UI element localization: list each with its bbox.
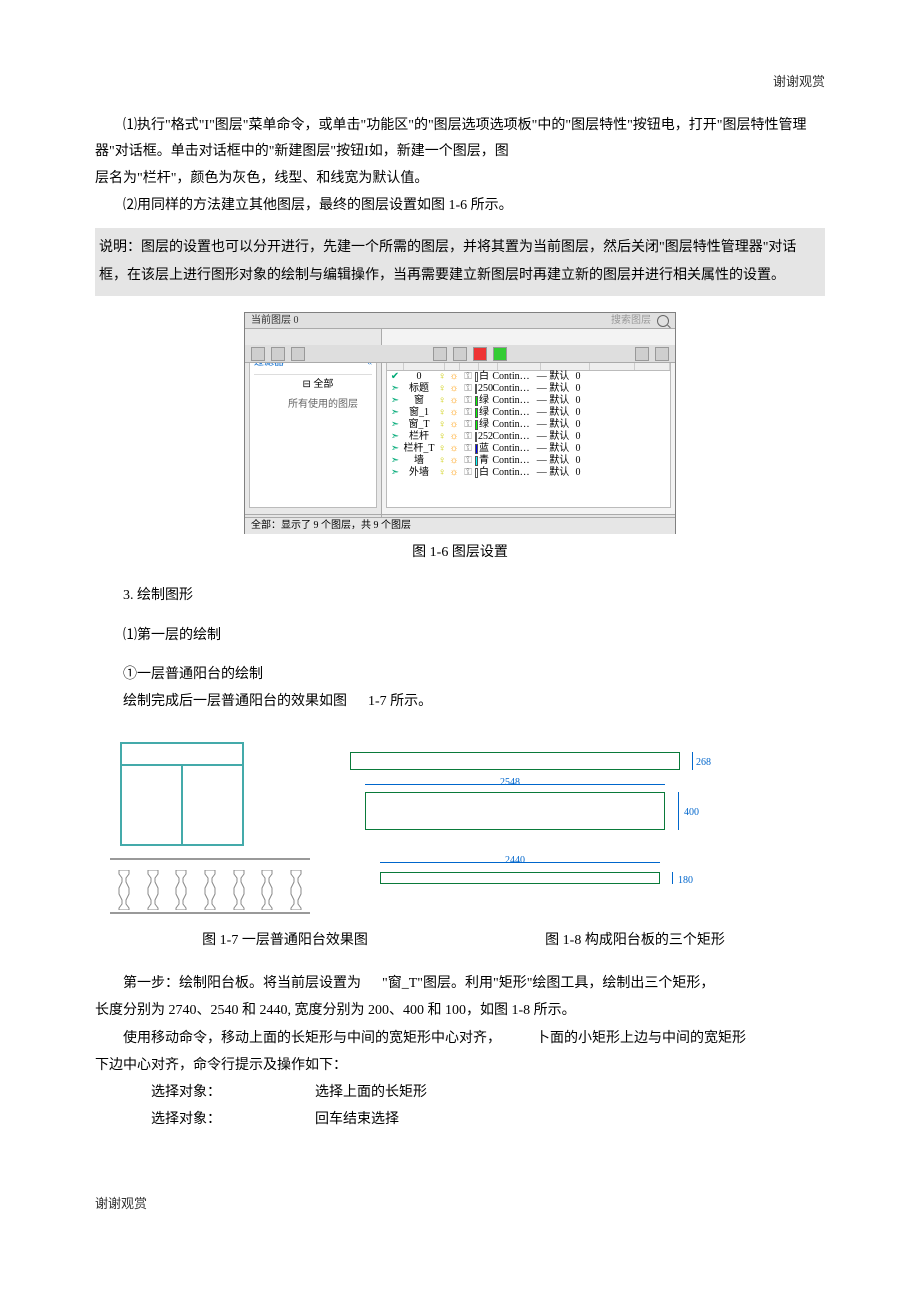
lm-toolbar <box>245 345 675 363</box>
paragraph-2: 层名为"栏杆"，颜色为灰色，线型、和线宽为默认值。 <box>95 166 825 191</box>
explanation-note: 说明：图层的设置也可以分开进行，先建一个所需的图层，并将其置为当前图层，然后关闭… <box>95 228 825 296</box>
heading-3: 3. 绘制图形 <box>95 583 825 608</box>
toggle-icon[interactable] <box>433 347 447 361</box>
figures-row: 268 2548 400 2440 180 <box>110 732 810 922</box>
step-2-line-a: 使用移动命令，移动上面的长矩形与中间的宽矩形中心对齐， 卜面的小矩形上边与中间的… <box>95 1026 825 1051</box>
paragraph-3: ⑵用同样的方法建立其他图层，最终的图层设置如图 1-6 所示。 <box>95 193 825 218</box>
dim-268: 268 <box>696 754 711 772</box>
header-thanks: 谢谢观赏 <box>95 70 825 93</box>
sub-heading-1: ⑴第一层的绘制 <box>95 623 825 648</box>
new-layer-icon[interactable] <box>251 347 265 361</box>
step-2-line-b: 下边中心对齐，命令行提示及操作如下： <box>95 1053 825 1078</box>
filter-tree-root[interactable]: ⊟ 全部 <box>254 375 372 395</box>
caption-1-8: 图 1-8 构成阳台板的三个矩形 <box>460 928 810 953</box>
step-1-line-a: 第一步：绘制阳台板。将当前层设置为 "窗_T"图层。利用"矩形"绘图工具，绘制出… <box>95 971 825 996</box>
dim-180: 180 <box>678 872 693 890</box>
window-frame-drawing <box>120 742 244 846</box>
figure-1-7 <box>110 742 310 922</box>
cmd-row-1: 选择对象： 选择上面的长矩形 <box>95 1080 825 1105</box>
rect-mid <box>365 792 665 830</box>
layer-row[interactable]: ➣外墙♀☼⚿白Contin…— 默认0 <box>387 467 670 479</box>
set-current-icon[interactable] <box>493 347 507 361</box>
settings-icon[interactable] <box>655 347 669 361</box>
dim-400: 400 <box>684 804 699 822</box>
refresh-icon[interactable] <box>635 347 649 361</box>
cmd-row-2: 选择对象： 回车结束选择 <box>95 1107 825 1132</box>
footer-thanks: 谢谢观赏 <box>95 1192 825 1215</box>
lm-current-layer: 当前图层 0 <box>251 312 299 330</box>
dim-2440: 2440 <box>505 852 525 870</box>
rect-bot <box>380 872 660 884</box>
caption-1-7: 图 1-7 一层普通阳台效果图 <box>110 928 460 953</box>
filter-tree-used[interactable]: 所有使用的图层 <box>254 395 372 415</box>
paragraph-1: ⑴执行"格式"I"图层"菜单命令，或单击"功能区"的"图层选项选项板"中的"图层… <box>95 113 825 163</box>
figure-1-6-layer-manager: 当前图层 0 搜索图层 过滤器 « <box>95 312 825 534</box>
figure-1-8: 268 2548 400 2440 180 <box>350 732 810 922</box>
toggle2-icon[interactable] <box>453 347 467 361</box>
new-group-icon[interactable] <box>271 347 285 361</box>
sub-heading-2: ①一层普通阳台的绘制 <box>95 662 825 687</box>
paragraph-done: 绘制完成后一层普通阳台的效果如图 1-7 所示。 <box>95 689 825 714</box>
rect-top <box>350 752 680 770</box>
step-1-line-b: 长度分别为 2740、2540 和 2440, 宽度分别为 200、400 和 … <box>95 998 825 1023</box>
balcony-rail-drawing <box>110 858 310 914</box>
caption-1-6: 图 1-6 图层设置 <box>95 540 825 565</box>
search-icon[interactable] <box>657 315 669 327</box>
layers-icon[interactable] <box>291 347 305 361</box>
lm-search-hint: 搜索图层 <box>611 312 651 330</box>
delete-layer-icon[interactable] <box>473 347 487 361</box>
dim-2548: 2548 <box>500 774 520 792</box>
lm-status-bar: 全部：显示了 9 个图层，共 9 个图层 <box>245 517 675 534</box>
lm-titlebar: 当前图层 0 搜索图层 <box>245 313 675 329</box>
